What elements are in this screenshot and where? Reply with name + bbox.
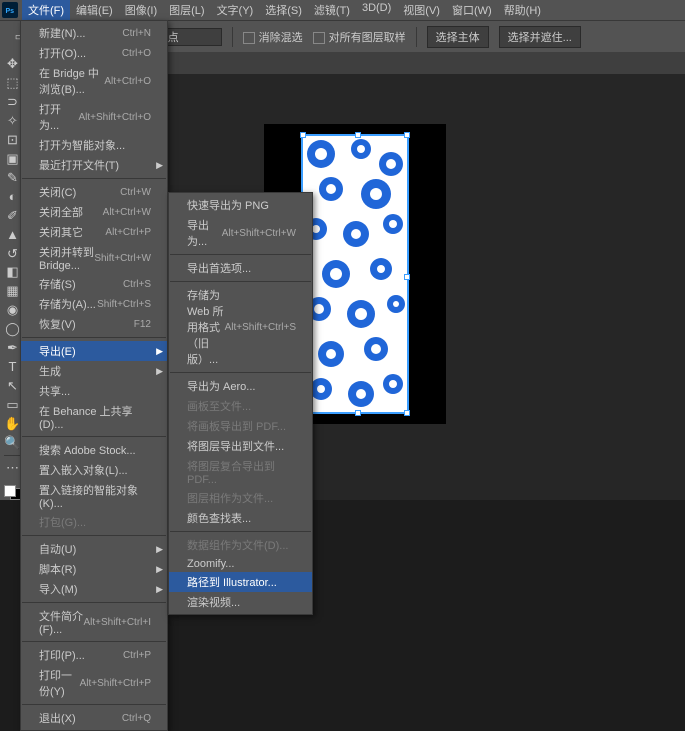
menu-item[interactable]: 导出为...Alt+Shift+Ctrl+W bbox=[169, 215, 312, 251]
menu-y[interactable]: 文字(Y) bbox=[211, 0, 260, 20]
svg-text:Ps: Ps bbox=[6, 8, 15, 15]
menu-item[interactable]: 导出(E)▶ bbox=[21, 341, 167, 361]
menu-item[interactable]: 恢复(V)F12 bbox=[21, 314, 167, 334]
menu-item[interactable]: 存储为 Web 所用格式（旧版）...Alt+Shift+Ctrl+S bbox=[169, 285, 312, 369]
menu-item[interactable]: 共享... bbox=[21, 381, 167, 401]
menu-item[interactable]: 最近打开文件(T)▶ bbox=[21, 155, 167, 175]
menu-v[interactable]: 视图(V) bbox=[397, 0, 446, 20]
color-swatch[interactable] bbox=[4, 485, 22, 500]
menu-item[interactable]: 自动(U)▶ bbox=[21, 539, 167, 559]
menu-s[interactable]: 选择(S) bbox=[259, 0, 308, 20]
menu-item[interactable]: 在 Bridge 中浏览(B)...Alt+Ctrl+O bbox=[21, 63, 167, 99]
menu-item[interactable]: 打开(O)...Ctrl+O bbox=[21, 43, 167, 63]
menu-i[interactable]: 图像(I) bbox=[119, 0, 163, 20]
menu-f[interactable]: 文件(F) bbox=[22, 0, 70, 20]
menu-item[interactable]: 打开为智能对象... bbox=[21, 135, 167, 155]
menu-item: 画板至文件... bbox=[169, 396, 312, 416]
menu-item[interactable]: 关闭并转到 Bridge...Shift+Ctrl+W bbox=[21, 242, 167, 274]
menu-item: 打包(G)... bbox=[21, 512, 167, 532]
menu-item[interactable]: 新建(N)...Ctrl+N bbox=[21, 23, 167, 43]
menu-item[interactable]: 关闭其它Alt+Ctrl+P bbox=[21, 222, 167, 242]
menu-item[interactable]: 生成▶ bbox=[21, 361, 167, 381]
menu-item[interactable]: 打开为...Alt+Shift+Ctrl+O bbox=[21, 99, 167, 135]
menu-item[interactable]: 退出(X)Ctrl+Q bbox=[21, 708, 167, 728]
app-logo: Ps bbox=[2, 2, 18, 18]
export-submenu: 快速导出为 PNG导出为...Alt+Shift+Ctrl+W 导出首选项... 存… bbox=[168, 192, 313, 615]
menu-item: 将图层复合导出到 PDF... bbox=[169, 456, 312, 488]
menu-item[interactable]: 渲染视频... bbox=[169, 592, 312, 612]
menu-item[interactable]: 置入链接的智能对象(K)... bbox=[21, 480, 167, 512]
menu-item[interactable]: 关闭(C)Ctrl+W bbox=[21, 182, 167, 202]
menu-e[interactable]: 编辑(E) bbox=[70, 0, 119, 20]
menu-item[interactable]: 路径到 Illustrator... bbox=[169, 572, 312, 592]
menu-item: 图层相作为文件... bbox=[169, 488, 312, 508]
menu-item: 将画板导出到 PDF... bbox=[169, 416, 312, 436]
sample-all-check[interactable] bbox=[313, 32, 325, 44]
menu-item[interactable]: 存储为(A)...Shift+Ctrl+S bbox=[21, 294, 167, 314]
file-menu: 新建(N)...Ctrl+N打开(O)...Ctrl+O在 Bridge 中浏览… bbox=[20, 20, 168, 731]
select-subject-button[interactable]: 选择主体 bbox=[427, 26, 489, 48]
menu-t[interactable]: 滤镜(T) bbox=[308, 0, 356, 20]
menu-h[interactable]: 帮助(H) bbox=[498, 0, 547, 20]
menu-item[interactable]: 置入嵌入对象(L)... bbox=[21, 460, 167, 480]
select-mask-button[interactable]: 选择并遮住... bbox=[499, 26, 581, 48]
menu-item[interactable]: 将图层导出到文件... bbox=[169, 436, 312, 456]
menu-item[interactable]: 打印(P)...Ctrl+P bbox=[21, 645, 167, 665]
menu-item[interactable]: 关闭全部Alt+Ctrl+W bbox=[21, 202, 167, 222]
menu-item[interactable]: 打印一份(Y)Alt+Shift+Ctrl+P bbox=[21, 665, 167, 701]
artwork bbox=[301, 134, 409, 414]
menu-item: 数据组作为文件(D)... bbox=[169, 535, 312, 555]
menu-item[interactable]: 脚本(R)▶ bbox=[21, 559, 167, 579]
menu-w[interactable]: 窗口(W) bbox=[446, 0, 498, 20]
menu-item[interactable]: 文件简介(F)...Alt+Shift+Ctrl+I bbox=[21, 606, 167, 638]
antialias-check[interactable] bbox=[243, 32, 255, 44]
menu-item[interactable]: 导入(M)▶ bbox=[21, 579, 167, 599]
menu-item[interactable]: 在 Behance 上共享(D)... bbox=[21, 401, 167, 433]
menu-dd[interactable]: 3D(D) bbox=[356, 0, 397, 20]
menu-item[interactable]: 搜索 Adobe Stock... bbox=[21, 440, 167, 460]
menu-item[interactable]: Zoomify... bbox=[169, 555, 312, 572]
menu-item[interactable]: 颜色查找表... bbox=[169, 508, 312, 528]
menubar: Ps 文件(F)编辑(E)图像(I)图层(L)文字(Y)选择(S)滤镜(T)3D… bbox=[0, 0, 685, 20]
menu-item[interactable]: 导出为 Aero... bbox=[169, 376, 312, 396]
menu-item[interactable]: 快速导出为 PNG bbox=[169, 195, 312, 215]
menu-item[interactable]: 存储(S)Ctrl+S bbox=[21, 274, 167, 294]
menu-l[interactable]: 图层(L) bbox=[163, 0, 210, 20]
menu-item[interactable]: 导出首选项... bbox=[169, 258, 312, 278]
